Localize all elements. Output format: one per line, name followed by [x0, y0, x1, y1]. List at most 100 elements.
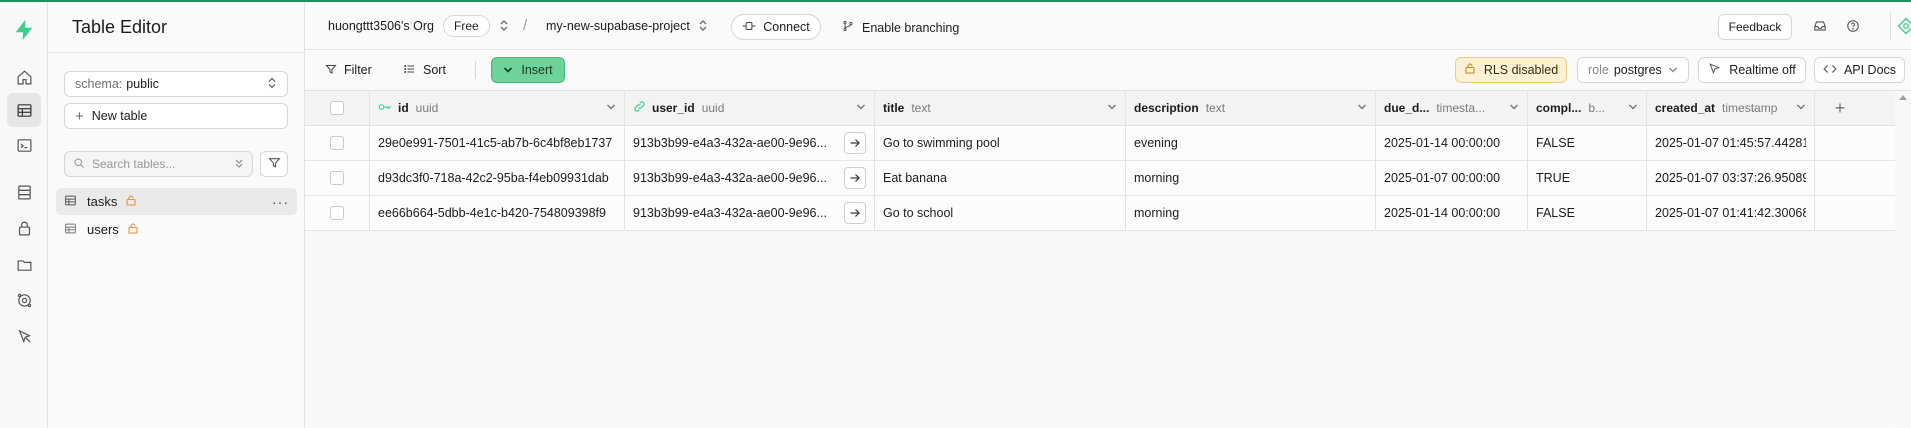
column-header-title[interactable]: title text [875, 91, 1126, 125]
insert-button[interactable]: Insert [491, 57, 565, 83]
table-row[interactable]: ee66b664-5dbb-4e1c-b420-754809398f9 913b… [305, 196, 1895, 231]
scroll-up-icon[interactable] [1899, 95, 1907, 100]
unlock-icon [125, 194, 137, 210]
cell-completed[interactable]: FALSE [1528, 196, 1647, 230]
org-switch-icon[interactable] [499, 19, 509, 35]
cell-created-at[interactable]: 2025-01-07 03:37:26.950893 [1647, 161, 1815, 195]
vertical-scrollbar[interactable] [1895, 91, 1911, 428]
role-label: role [1588, 63, 1609, 77]
cell-user-id[interactable]: 913b3b99-e4a3-432a-ae00-9e96... [625, 126, 875, 160]
edge-functions-icon[interactable] [7, 283, 41, 317]
storage-icon[interactable] [7, 247, 41, 281]
cell-description[interactable]: morning [1126, 161, 1376, 195]
assistant-icon[interactable] [1890, 11, 1911, 41]
cell-due-date[interactable]: 2025-01-14 00:00:00 [1376, 126, 1528, 160]
home-icon[interactable] [7, 60, 41, 94]
column-header-description[interactable]: description text [1126, 91, 1376, 125]
cell-due-date[interactable]: 2025-01-07 00:00:00 [1376, 161, 1528, 195]
cell-id[interactable]: d93dc3f0-718a-42c2-95ba-f4eb09931dab [370, 161, 625, 195]
sort-button[interactable]: Sort [395, 57, 454, 83]
feedback-button[interactable]: Feedback [1718, 14, 1792, 40]
chevron-down-icon[interactable] [1505, 102, 1519, 114]
filter-button[interactable]: Filter [317, 57, 380, 83]
rls-status-button[interactable]: RLS disabled [1455, 57, 1567, 83]
new-table-label: New table [91, 109, 148, 123]
column-header-id[interactable]: id uuid [370, 91, 625, 125]
table-editor-sidebar: Table Editor schema: public + New table … [48, 2, 305, 427]
cell-created-at[interactable]: 2025-01-07 01:41:42.300686 [1647, 196, 1815, 230]
cell-title[interactable]: Eat banana [875, 161, 1126, 195]
sql-editor-icon[interactable] [7, 128, 41, 162]
filter-tables-button[interactable] [260, 151, 288, 177]
cell-title[interactable]: Go to swimming pool [875, 126, 1126, 160]
row-select-cell [305, 196, 370, 230]
column-header-created-at[interactable]: created_at timestamp [1647, 91, 1815, 125]
row-checkbox[interactable] [330, 171, 344, 185]
schema-value: public [126, 77, 159, 91]
more-options-icon[interactable]: ··· [272, 194, 289, 210]
realtime-toggle-button[interactable]: Realtime off [1698, 57, 1806, 83]
database-icon[interactable] [7, 175, 41, 209]
cell-value: 2025-01-07 03:37:26.950893 [1655, 171, 1806, 185]
arrow-right-icon[interactable] [844, 167, 866, 189]
cell-completed[interactable]: FALSE [1528, 126, 1647, 160]
supabase-logo-icon[interactable] [10, 16, 38, 44]
api-docs-button[interactable]: API Docs [1814, 57, 1905, 83]
cell-user-id[interactable]: 913b3b99-e4a3-432a-ae00-9e96... [625, 196, 875, 230]
cell-description[interactable]: evening [1126, 126, 1376, 160]
cell-user-id[interactable]: 913b3b99-e4a3-432a-ae00-9e96... [625, 161, 875, 195]
connect-label: Connect [763, 20, 810, 34]
org-name[interactable]: huongttt3506's Org [328, 19, 434, 33]
table-row[interactable]: 29e0e991-7501-41c5-ab7b-6c4bf8eb1737 913… [305, 126, 1895, 161]
help-icon[interactable] [1843, 16, 1863, 36]
cell-due-date[interactable]: 2025-01-14 00:00:00 [1376, 196, 1528, 230]
chevron-down-icon[interactable] [1103, 102, 1117, 114]
chevron-down-icon[interactable] [1792, 102, 1806, 114]
chevron-down-icon [234, 157, 244, 172]
auth-icon[interactable] [7, 211, 41, 245]
row-checkbox[interactable] [330, 206, 344, 220]
select-all-checkbox[interactable] [330, 101, 344, 115]
arrow-right-icon[interactable] [844, 132, 866, 154]
chevron-down-icon[interactable] [1353, 102, 1367, 114]
arrow-right-icon[interactable] [844, 202, 866, 224]
rls-label: RLS disabled [1483, 63, 1559, 77]
table-icon [64, 194, 77, 210]
row-checkbox[interactable] [330, 136, 344, 150]
cell-completed[interactable]: TRUE [1528, 161, 1647, 195]
enable-branching-button[interactable]: Enable branching [842, 19, 959, 36]
connect-button[interactable]: Connect [731, 14, 821, 40]
sidebar-item-users[interactable]: users [56, 216, 297, 243]
plug-icon [742, 20, 756, 35]
table-row[interactable]: d93dc3f0-718a-42c2-95ba-f4eb09931dab 913… [305, 161, 1895, 196]
table-editor-icon[interactable] [7, 93, 41, 127]
cursor-icon [1708, 62, 1721, 78]
cell-id[interactable]: 29e0e991-7501-41c5-ab7b-6c4bf8eb1737 [370, 126, 625, 160]
cell-description[interactable]: morning [1126, 196, 1376, 230]
chevron-down-icon [1668, 63, 1678, 77]
schema-select[interactable]: schema: public [64, 71, 288, 97]
cell-id[interactable]: ee66b664-5dbb-4e1c-b420-754809398f9 [370, 196, 625, 230]
cell-title[interactable]: Go to school [875, 196, 1126, 230]
column-header-due-date[interactable]: due_d... timesta... [1376, 91, 1528, 125]
project-name[interactable]: my-new-supabase-project [546, 19, 690, 33]
column-name: title [883, 101, 905, 115]
column-header-completed[interactable]: compl... b... [1528, 91, 1647, 125]
chevron-down-icon[interactable] [852, 102, 866, 114]
sidebar-item-tasks[interactable]: tasks ··· [56, 188, 297, 215]
column-name: created_at [1655, 101, 1716, 115]
add-column-button[interactable]: + [1815, 91, 1865, 126]
column-header-user-id[interactable]: user_id uuid [625, 91, 875, 125]
search-tables-input[interactable]: Search tables... [64, 151, 253, 177]
cell-value: Go to swimming pool [883, 136, 1000, 150]
new-table-button[interactable]: + New table [64, 103, 288, 129]
inbox-icon[interactable] [1810, 16, 1830, 36]
cell-value: evening [1134, 136, 1178, 150]
project-switch-icon[interactable] [698, 19, 708, 35]
realtime-icon[interactable] [7, 319, 41, 353]
cell-created-at[interactable]: 2025-01-07 01:45:57.44281 [1647, 126, 1815, 160]
role-select[interactable]: role postgres [1577, 57, 1689, 83]
cell-value: morning [1134, 206, 1180, 220]
chevron-down-icon[interactable] [1624, 102, 1638, 114]
chevron-down-icon[interactable] [602, 102, 616, 114]
